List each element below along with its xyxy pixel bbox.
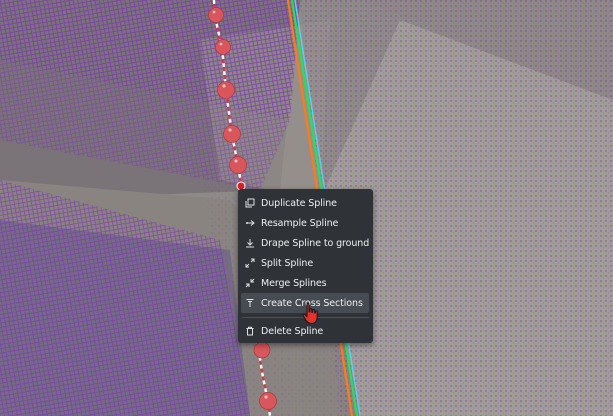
spline-node [223, 125, 241, 143]
menu-item-drape-spline[interactable]: Drape Spline to ground [238, 233, 373, 253]
menu-item-split-spline[interactable]: Split Spline [238, 253, 373, 273]
menu-item-duplicate-spline[interactable]: Duplicate Spline [238, 193, 373, 213]
merge-icon [245, 278, 255, 288]
spline-node [217, 81, 235, 99]
hand-pointer-icon [302, 302, 318, 325]
menu-item-merge-splines[interactable]: Merge Splines [238, 273, 373, 293]
duplicate-icon [245, 198, 255, 208]
cross-section-icon [245, 298, 255, 308]
menu-item-label: Delete Spline [261, 325, 324, 337]
split-icon [245, 258, 255, 268]
menu-item-label: Duplicate Spline [261, 197, 337, 209]
spline-node [229, 156, 247, 174]
spline-node [215, 39, 231, 55]
spline-node [253, 341, 271, 359]
spline-node [208, 7, 224, 23]
drape-icon [245, 238, 255, 248]
menu-item-label: Merge Splines [261, 277, 327, 289]
menu-item-resample-spline[interactable]: Resample Spline [238, 213, 373, 233]
resample-icon [245, 218, 255, 228]
spline-node [259, 392, 277, 410]
menu-item-label: Split Spline [261, 257, 314, 269]
menu-item-label: Resample Spline [261, 217, 339, 229]
menu-item-label: Drape Spline to ground [261, 237, 370, 249]
trash-icon [245, 326, 255, 336]
